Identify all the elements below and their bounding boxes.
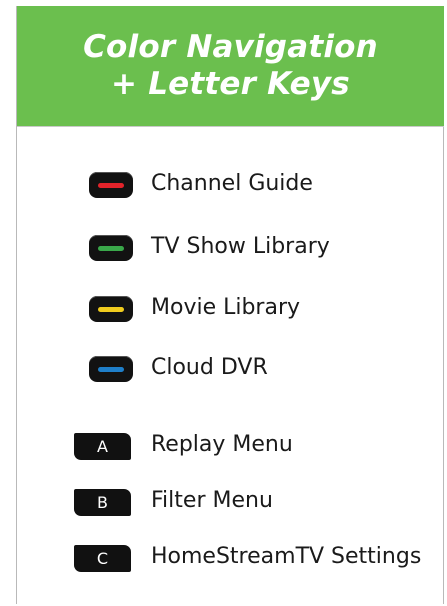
legend-label: Channel Guide (151, 171, 313, 196)
blue-key-bar (98, 367, 124, 372)
legend-row-replay-menu: A Replay Menu (17, 429, 444, 469)
legend-label: Replay Menu (151, 432, 293, 457)
legend-row-channel-guide: Channel Guide (17, 168, 444, 208)
a-key-icon: A (74, 433, 131, 460)
red-key-icon (89, 172, 133, 198)
green-key-icon (89, 235, 133, 261)
legend-label: Movie Library (151, 295, 301, 320)
header-title-line-2: + Letter Keys (111, 66, 350, 102)
legend-row-cloud-dvr: Cloud DVR (17, 352, 444, 392)
header-title-line-1: Color Navigation (83, 29, 378, 65)
legend-row-tv-show-library: TV Show Library (17, 231, 444, 271)
legend-label: Cloud DVR (151, 355, 268, 380)
green-key-bar (98, 246, 124, 251)
legend-row-homestreamtv-settings: C HomeStreamTV Settings (17, 541, 444, 581)
yellow-key-icon (89, 296, 133, 322)
legend-row-filter-menu: B Filter Menu (17, 485, 444, 525)
legend-label: TV Show Library (151, 234, 330, 259)
b-key-icon: B (74, 489, 131, 516)
legend-card: Color Navigation + Letter Keys Channel G… (16, 6, 444, 604)
legend-header: Color Navigation + Letter Keys (17, 6, 444, 127)
blue-key-icon (89, 356, 133, 382)
legend-label: Filter Menu (151, 488, 273, 513)
c-key-icon: C (74, 545, 131, 572)
yellow-key-bar (98, 307, 124, 312)
legend-row-movie-library: Movie Library (17, 292, 444, 332)
legend-label: HomeStreamTV Settings (151, 544, 422, 569)
red-key-bar (98, 183, 124, 188)
